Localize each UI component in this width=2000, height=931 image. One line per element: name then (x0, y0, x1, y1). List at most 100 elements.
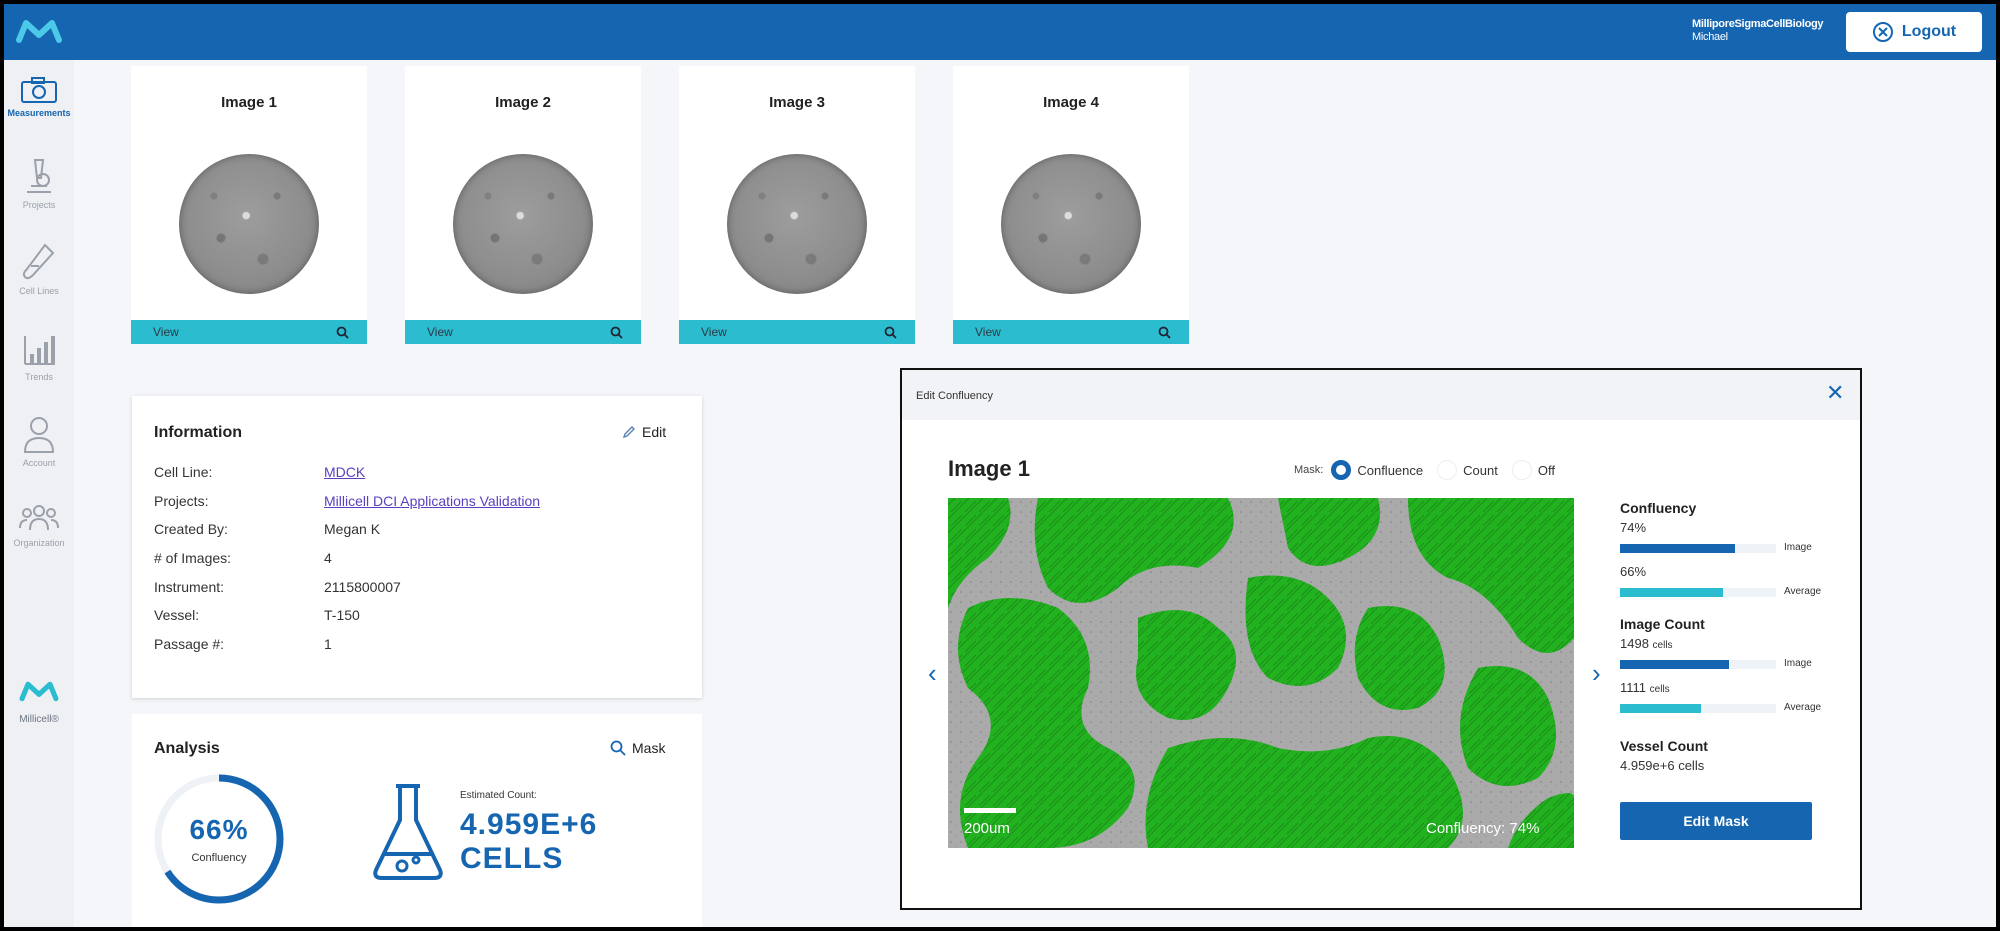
logout-label: Logout (1901, 23, 1957, 40)
next-image-arrow[interactable]: › (1592, 660, 1601, 686)
count-unit: cells (1649, 684, 1670, 695)
sidebar-item-cell-lines[interactable]: Cell Lines (4, 242, 74, 296)
green-mask-overlay (948, 498, 1574, 848)
count-number: 1498 (1620, 636, 1649, 651)
confluency-heading: Confluency (1620, 500, 1697, 516)
radio-off[interactable] (1511, 460, 1532, 480)
overlay-value: 74% (1509, 820, 1540, 837)
project-link[interactable]: Millicell DCI Applications Validation (324, 493, 540, 509)
cell-line-link[interactable]: MDCK (324, 464, 365, 480)
logout-button[interactable]: Logout (1846, 12, 1982, 52)
image-thumbnail[interactable] (179, 154, 319, 294)
view-button[interactable]: View (679, 320, 915, 344)
info-label: # of Images: (154, 550, 232, 566)
info-value: 1 (324, 636, 332, 652)
org-name: MilliporeSigmaCellBiology (1692, 18, 1824, 30)
confluency-gauge: 66% Confluency (152, 772, 286, 906)
info-value: Megan K (324, 521, 381, 537)
top-bar: MilliporeSigmaCellBiology Michael Logout (4, 4, 1996, 60)
confluency-overlay: Confluency: 74% (1426, 820, 1539, 837)
pencil-icon (622, 426, 635, 439)
view-label: View (153, 325, 179, 339)
count-unit: cells (1652, 640, 1673, 651)
bar-tag: Average (1784, 702, 1822, 713)
bar-tag: Image (1784, 542, 1812, 553)
overlay-label: Confluency: (1426, 820, 1506, 837)
brand-label: Millicell® (19, 714, 59, 725)
analysis-card: Analysis Mask 66% Confluency Estimated C… (132, 714, 702, 927)
sidebar-item-label: Cell Lines (19, 286, 59, 296)
image-thumbnail[interactable] (453, 154, 593, 294)
brand-logo-icon[interactable] (16, 18, 62, 44)
info-label: Cell Line: (154, 464, 213, 480)
view-button[interactable]: View (131, 320, 367, 344)
radio-label: Off (1537, 462, 1555, 478)
bar-tag: Average (1784, 586, 1822, 597)
confluence-mask-image: 200um Confluency: 74% (948, 498, 1574, 848)
image-title: Image 4 (1043, 94, 1099, 111)
view-button[interactable]: View (405, 320, 641, 344)
sidebar-brand: Millicell® (4, 680, 74, 725)
mask-options-label: Mask: (1294, 464, 1324, 476)
search-icon (1158, 326, 1171, 339)
analysis-title: Analysis (154, 740, 220, 757)
estimated-count-label: Estimated Count: (460, 790, 537, 801)
view-label: View (427, 325, 453, 339)
info-label: Passage #: (154, 636, 225, 652)
info-value: 4 (324, 550, 332, 566)
radio-confluence[interactable] (1331, 460, 1352, 480)
edit-mask-button[interactable]: Edit Mask (1620, 802, 1812, 840)
image-thumbnail[interactable] (727, 154, 867, 294)
sidebar-item-trends[interactable]: Trends (4, 328, 74, 382)
information-card: Information Edit Cell Line: MDCK Project… (132, 396, 702, 698)
image-card-3: Image 3 View (679, 66, 915, 344)
search-icon (884, 326, 897, 339)
confluency-image-bar (1620, 544, 1776, 553)
image-card-2: Image 2 View (405, 66, 641, 344)
sidebar-item-measurements[interactable]: Measurements (4, 76, 74, 118)
confluency-label: Confluency (191, 852, 247, 864)
image-thumbnail[interactable] (1001, 154, 1141, 294)
view-label: View (975, 325, 1001, 339)
info-value: T-150 (324, 607, 360, 623)
info-value: 2115800007 (324, 579, 401, 595)
image-count-value: 1498 cells (1620, 636, 1673, 651)
dialog-title: Edit Confluency (916, 390, 994, 402)
vessel-count-heading: Vessel Count (1620, 738, 1708, 754)
camera-icon (21, 77, 57, 103)
previous-image-arrow[interactable]: ‹ (928, 660, 937, 686)
app-window: MilliporeSigmaCellBiology Michael Logout… (4, 4, 1996, 927)
image-count-heading: Image Count (1620, 616, 1705, 632)
sidebar-item-organization[interactable]: Organization (4, 502, 74, 548)
vessel-count-value: 4.959e+6 cells (1620, 758, 1705, 773)
close-icon[interactable]: ✕ (1826, 382, 1844, 404)
image-card-4: Image 4 View (953, 66, 1189, 344)
image-title: Image 3 (769, 94, 825, 111)
dialog-body: Image 1 Mask: Confluence Count Off ‹ › 2… (902, 420, 1860, 908)
mask-button[interactable]: Mask (610, 740, 665, 756)
user-info: MilliporeSigmaCellBiology Michael (1692, 18, 1824, 44)
estimated-unit: CELLS (460, 842, 564, 875)
confluency-average-value: 66% (1620, 564, 1647, 579)
edit-button[interactable]: Edit (622, 424, 666, 440)
info-label: Projects: (154, 493, 209, 509)
sidebar: Measurements Projects Cell Lines Trends … (4, 60, 74, 927)
sidebar-item-projects[interactable]: Projects (4, 156, 74, 210)
mask-options: Mask: Confluence Count Off (1294, 460, 1569, 480)
confluency-average-bar (1620, 588, 1776, 597)
average-count-bar (1620, 704, 1776, 713)
sidebar-item-account[interactable]: Account (4, 414, 74, 468)
bar-chart-icon (24, 336, 55, 365)
user-name: Michael (1692, 31, 1728, 43)
sidebar-item-label: Account (22, 458, 56, 468)
average-count-value: 1111 cells (1620, 680, 1670, 695)
estimated-count-value: 4.959E+6 CELLS (460, 808, 597, 876)
edit-label: Edit (642, 424, 667, 440)
view-button[interactable]: View (953, 320, 1189, 344)
info-label: Instrument: (154, 579, 225, 595)
search-icon (610, 326, 623, 339)
image-count-bar (1620, 660, 1776, 669)
group-icon (19, 505, 59, 531)
flask-icon (373, 784, 443, 880)
radio-count[interactable] (1437, 460, 1458, 480)
